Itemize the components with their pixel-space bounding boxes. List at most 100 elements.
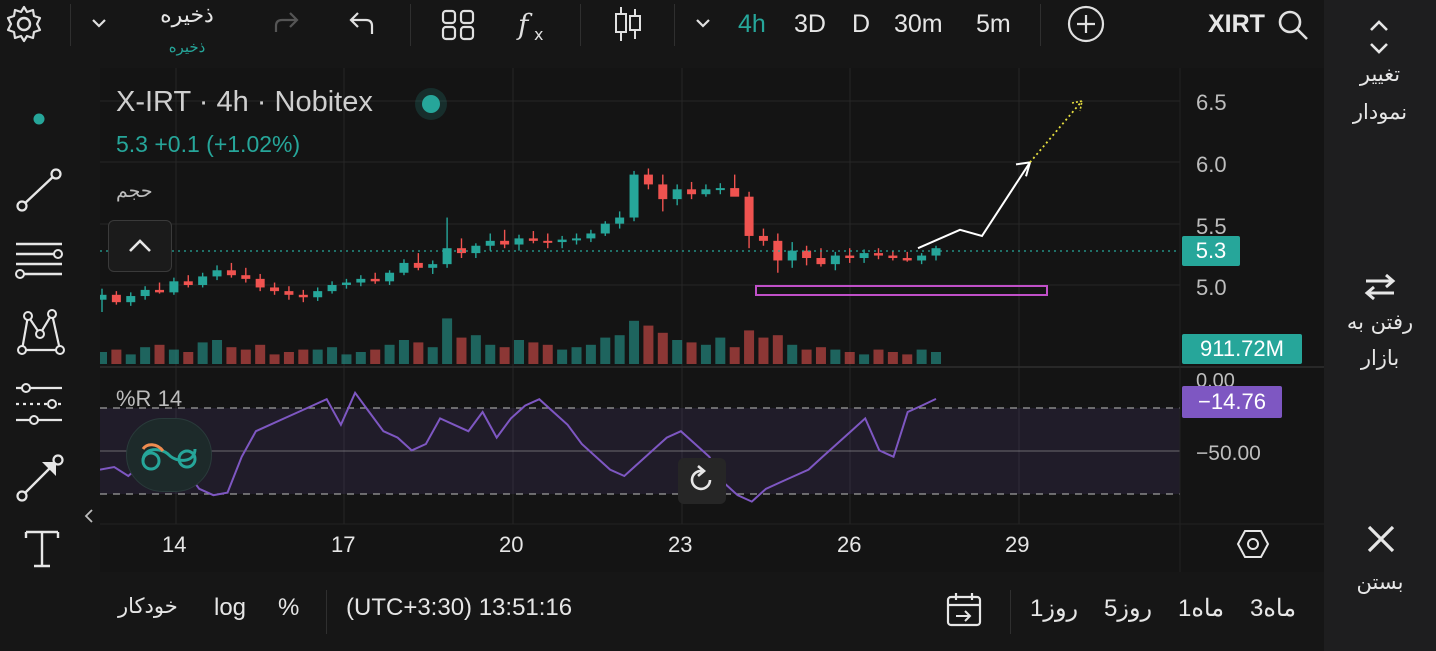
indicator-legend[interactable]: %R 14 [116, 386, 182, 412]
candle-body [100, 294, 107, 300]
legend-last: 5.3 [116, 131, 148, 157]
volume-bar [815, 347, 826, 364]
chart-area[interactable]: X-IRT · 4h · Nobitex 5.3 +0.1 (+1.02%) ح… [100, 68, 1324, 572]
reset-icon [690, 465, 712, 491]
price-tick-5.0: 5.0 [1196, 275, 1227, 300]
log-scale-button[interactable]: log [214, 594, 246, 622]
indicator-period: 14 [157, 386, 183, 411]
collapse-legend-button[interactable] [108, 220, 172, 272]
volume-bar [226, 347, 237, 364]
volume-bar [456, 337, 467, 364]
candle-body [802, 250, 812, 259]
redo-icon[interactable] [268, 8, 304, 40]
forecast-path[interactable] [917, 161, 1031, 250]
text-tool-icon[interactable] [22, 526, 62, 570]
auto-scale-button[interactable]: خودکار [118, 594, 178, 618]
chevron-up-down-icon[interactable] [1364, 16, 1394, 58]
candle-body [931, 248, 941, 256]
zone-rectangle[interactable] [755, 285, 1048, 296]
volume-bar [672, 340, 683, 364]
reset-chart-button[interactable] [678, 458, 726, 504]
candle-body [830, 255, 840, 265]
symbol-search-label[interactable]: XIRT [1208, 10, 1265, 39]
indicators-fx-icon[interactable]: f x [514, 4, 554, 44]
volume-bar [542, 344, 553, 364]
volume-bar [327, 347, 338, 364]
candle-body [873, 253, 883, 256]
candle-body [701, 189, 711, 195]
go-to-market-label-1[interactable]: رفتن به [1324, 306, 1436, 338]
candle-body [356, 278, 366, 283]
range-1d[interactable]: 1روز [1030, 594, 1078, 623]
range-3m[interactable]: 3ماه [1250, 594, 1296, 623]
search-icon[interactable] [1276, 8, 1310, 42]
undo-icon[interactable] [344, 8, 380, 40]
layouts-icon[interactable] [440, 8, 476, 42]
timeframe-30m[interactable]: 30m [894, 10, 943, 39]
timeframe-3d[interactable]: 3D [794, 10, 826, 39]
volume-bar [657, 332, 668, 364]
volume-bar [154, 344, 165, 364]
percent-scale-button[interactable]: % [278, 594, 299, 622]
volume-bar [801, 349, 812, 364]
go-to-date-icon[interactable] [944, 590, 984, 630]
change-chart-label-2[interactable]: نمودار [1324, 96, 1436, 128]
candle-body [413, 262, 423, 268]
legend-title: X-IRT [116, 86, 191, 118]
williams-r-badge[interactable]: −14.76 [1182, 386, 1282, 418]
close-label[interactable]: بستن [1324, 566, 1436, 598]
timeframe-dropdown-icon[interactable] [692, 12, 714, 34]
volume-bar [571, 347, 582, 364]
save-button[interactable]: ذخیره [152, 2, 222, 28]
candle-body [428, 264, 438, 268]
range-1m[interactable]: 1ماه [1178, 594, 1224, 623]
legend-separator-1: · [198, 86, 217, 118]
prediction-measure-icon[interactable] [12, 380, 66, 430]
legend-symbol[interactable]: X-IRT · 4h · Nobitex [116, 86, 373, 119]
last-price-badge[interactable]: 5.3 [1182, 236, 1240, 266]
collapse-toolbar-icon[interactable] [82, 506, 96, 526]
candles-chart-type-icon[interactable] [612, 4, 644, 44]
timeframe-4h[interactable]: 4h [738, 10, 766, 39]
volume-legend[interactable]: حجم [116, 180, 153, 202]
candle-body [572, 238, 582, 241]
volume-bar [312, 349, 323, 364]
volume-bar [398, 340, 409, 364]
volume-badge[interactable]: 911.72M [1182, 334, 1302, 364]
timeframe-d[interactable]: D [852, 10, 870, 39]
volume-bar [629, 320, 640, 364]
gear-icon[interactable] [4, 4, 44, 44]
candle-body [687, 189, 697, 195]
candle-body [126, 296, 136, 303]
candle-body [284, 291, 294, 295]
price-tick-6.0: 6.0 [1196, 152, 1227, 177]
volume-bar [499, 347, 510, 364]
chevron-down-icon[interactable] [88, 12, 110, 34]
range-5d[interactable]: 5روز [1104, 594, 1152, 623]
close-icon[interactable] [1366, 524, 1396, 554]
add-plus-icon[interactable] [1066, 4, 1106, 44]
timeframe-5m[interactable]: 5m [976, 10, 1011, 39]
change-chart-label-1[interactable]: تغییر [1324, 58, 1436, 90]
volume-bar [787, 344, 798, 364]
arrow-tool-icon[interactable] [14, 452, 66, 504]
indicator-settings-button[interactable] [126, 418, 212, 492]
fib-retracement-icon[interactable] [12, 236, 66, 284]
volume-bar [240, 349, 251, 364]
chart-settings-hex-icon[interactable] [1236, 528, 1270, 560]
swap-arrows-icon[interactable] [1360, 272, 1400, 302]
candle-body [485, 240, 495, 246]
market-status-icon[interactable] [414, 82, 462, 126]
volume-bar [686, 342, 697, 364]
timezone-clock[interactable]: (UTC+3:30) 13:51:16 [346, 594, 572, 622]
candle-body [385, 272, 395, 282]
trend-line-icon[interactable] [14, 166, 64, 214]
go-to-market-label-2[interactable]: بازار [1324, 342, 1436, 374]
candle-body [744, 196, 754, 236]
crosshair-dot-icon[interactable] [30, 110, 48, 128]
candle-body [341, 282, 351, 285]
volume-bar [370, 349, 381, 364]
pattern-xabcd-icon[interactable] [14, 306, 66, 358]
svg-text:x: x [534, 25, 543, 44]
time-tick-20: 20 [499, 532, 524, 557]
